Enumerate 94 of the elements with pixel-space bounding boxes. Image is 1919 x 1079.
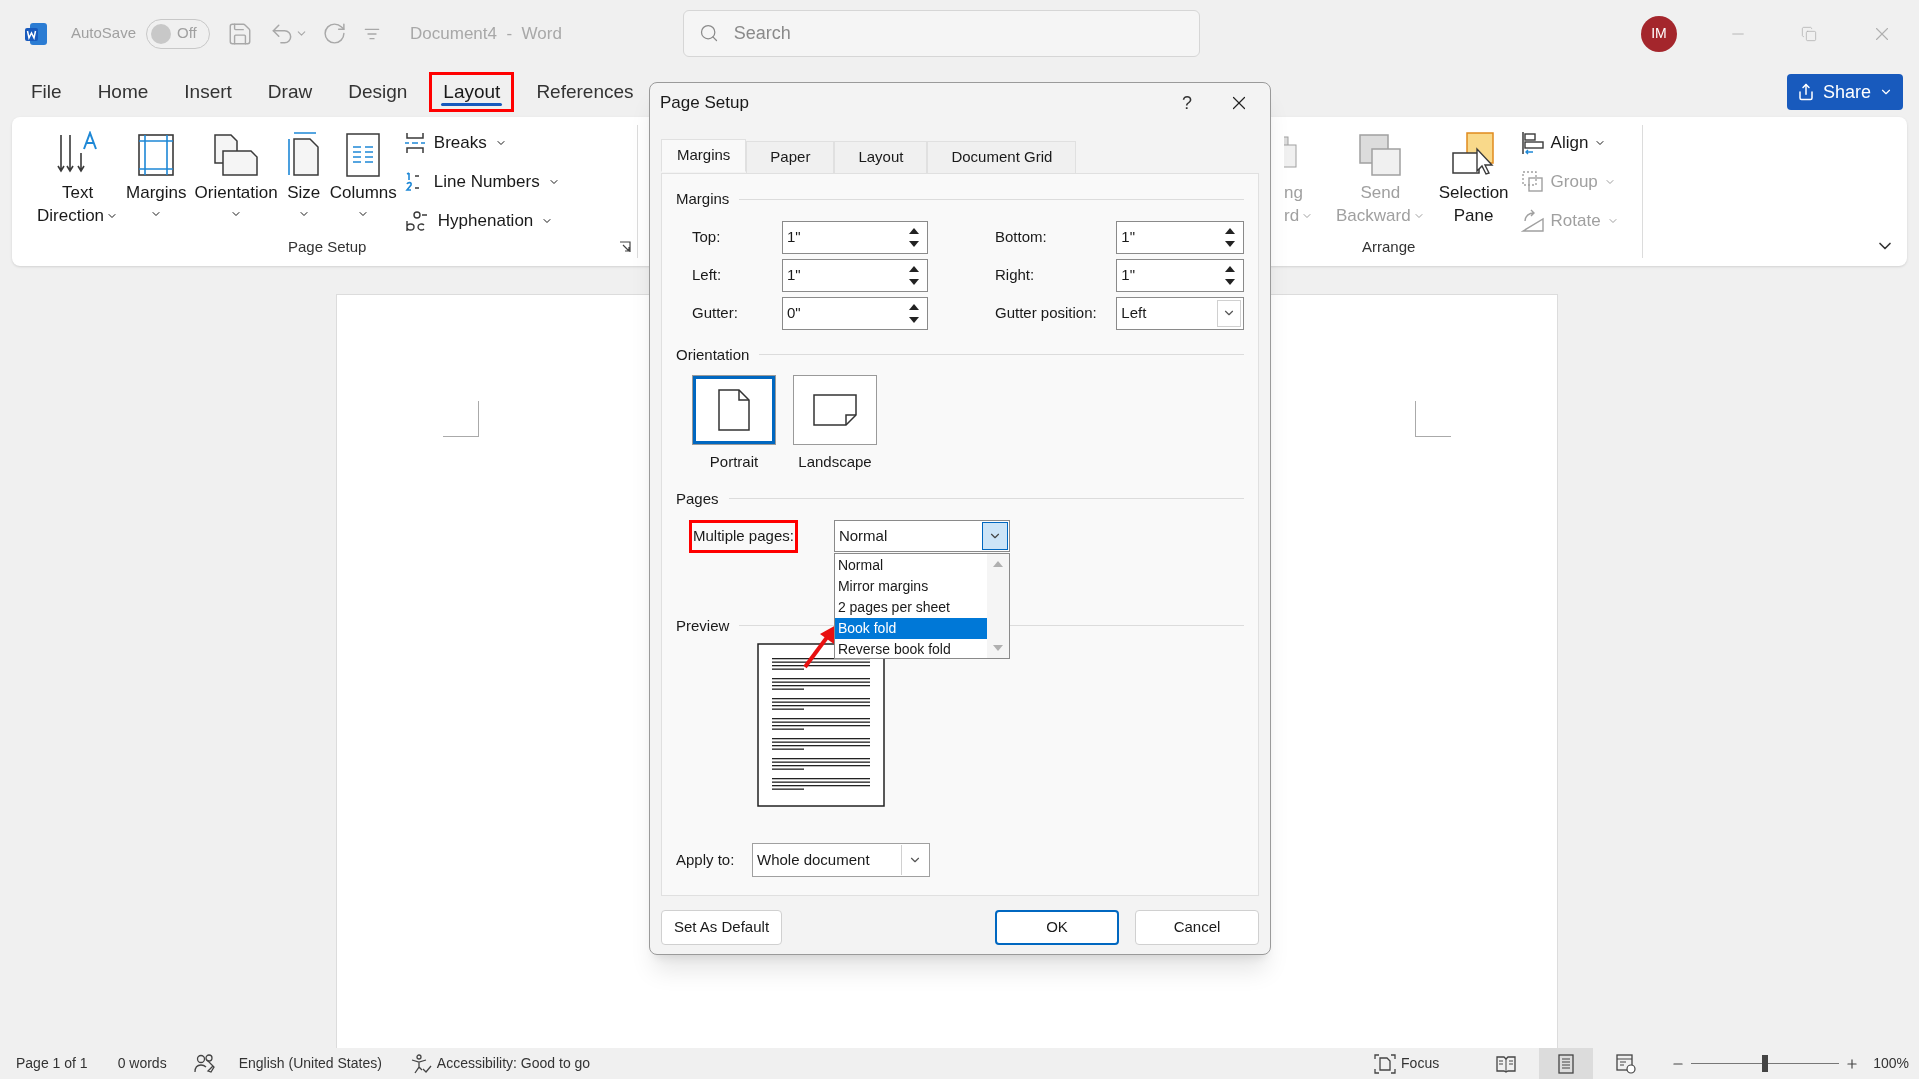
ribbon-button[interactable]: Columns <box>326 127 400 236</box>
section-heading: Pages <box>676 488 719 509</box>
align-icon <box>1520 130 1545 155</box>
field-label: Multiple pages: <box>689 520 798 553</box>
word-count[interactable]: 0 words <box>117 1053 167 1074</box>
ribbon-tab[interactable]: Home <box>83 72 163 112</box>
view-button[interactable] <box>1539 1048 1594 1079</box>
dropdown-option[interactable]: Normal <box>834 555 987 577</box>
page-size-icon <box>285 131 322 177</box>
dialog-button[interactable]: Cancel <box>1135 910 1259 945</box>
section-heading: Orientation <box>676 344 750 365</box>
zoom-slider[interactable] <box>1691 1053 1840 1074</box>
ribbon-tab[interactable]: Draw <box>253 72 327 112</box>
ribbon-tab[interactable]: Design <box>334 72 422 112</box>
search-icon <box>698 23 719 43</box>
ribbon-button[interactable]: Align <box>1520 127 1619 158</box>
field-label: Left: <box>692 264 723 285</box>
ribbon-button[interactable]: Text Direction <box>34 127 122 236</box>
dialog-tab[interactable]: Paper <box>746 141 835 174</box>
spin-field[interactable]: 0" <box>782 296 928 330</box>
rotate-icon <box>1520 208 1545 233</box>
section-heading: Preview <box>676 615 730 636</box>
document-title: Document4 - Word <box>410 22 562 45</box>
ribbon-tab[interactable]: Insert <box>170 72 246 112</box>
zoom-level[interactable]: 100% <box>1873 1053 1909 1074</box>
dropdown-option[interactable]: Book fold <box>834 618 987 640</box>
autosave-label: AutoSave <box>71 23 137 44</box>
hyphenation-icon <box>403 208 430 233</box>
field-label: Top: <box>692 226 722 247</box>
share-button[interactable]: Share <box>1786 74 1903 110</box>
focus-icon[interactable] <box>1374 1053 1397 1074</box>
slider-thumb[interactable] <box>1762 1055 1769 1072</box>
dialog-button[interactable]: OK <box>995 910 1119 945</box>
field-label: Right: <box>995 264 1036 285</box>
dropdown-field[interactable]: Whole document <box>752 843 930 877</box>
dropdown-option[interactable]: 2 pages per sheet <box>834 597 987 619</box>
ribbon-tab[interactable]: File <box>17 72 76 112</box>
send-backward-icon <box>1358 133 1403 177</box>
dropdown-field[interactable]: Left <box>1116 296 1244 330</box>
ribbon-button[interactable]: Breaks <box>403 127 560 158</box>
focus-mode[interactable]: Focus <box>1401 1053 1440 1074</box>
group-icon <box>1520 169 1545 194</box>
landscape-page-icon <box>813 394 857 426</box>
word-logo-icon[interactable] <box>24 21 48 46</box>
zoom-in-icon[interactable] <box>1845 1056 1860 1071</box>
columns-icon <box>346 133 381 177</box>
ribbon-button[interactable]: Size <box>282 127 325 236</box>
field-label: Bottom: <box>995 226 1048 247</box>
dialog-button[interactable]: Set As Default <box>661 910 783 945</box>
ribbon-button[interactable]: Margins <box>123 127 190 236</box>
section-heading: Margins <box>676 189 730 209</box>
field-label: Gutter: <box>692 302 739 323</box>
dialog-tab[interactable]: Margins <box>661 139 747 172</box>
group-label: Page Setup <box>288 237 367 257</box>
margin-mark <box>1415 401 1451 437</box>
dropdown-option[interactable]: Mirror margins <box>834 576 987 598</box>
page-count[interactable]: Page 1 of 1 <box>16 1053 88 1074</box>
share-icon <box>1796 83 1815 101</box>
dialog-tab[interactable]: Layout <box>834 141 928 174</box>
ribbon-button[interactable]: Selection Pane <box>1434 127 1513 236</box>
dropdown-field[interactable]: Normal <box>833 520 1010 553</box>
field-label: Gutter position: <box>995 302 1098 323</box>
accessibility-icon[interactable] <box>409 1053 432 1074</box>
group-label: Arrange <box>1362 237 1416 257</box>
partial-label: ng <box>1284 182 1303 204</box>
page-icon <box>1558 1053 1575 1074</box>
spin-field[interactable]: 1" <box>1116 258 1244 292</box>
dropdown-option[interactable]: Reverse book fold <box>834 639 987 661</box>
language-status[interactable]: English (United States) <box>238 1053 382 1074</box>
margin-mark <box>443 401 479 437</box>
ribbon-button[interactable]: Hyphenation <box>403 205 560 236</box>
user-avatar[interactable]: IM <box>1641 15 1677 52</box>
spin-field[interactable]: 1" <box>782 220 928 254</box>
partial-label: rd <box>1284 204 1314 227</box>
book-icon <box>1496 1054 1517 1073</box>
dialog-tab[interactable]: Document Grid <box>927 141 1077 174</box>
search-field[interactable]: Search <box>682 10 1200 57</box>
spin-field[interactable]: 1" <box>782 258 928 292</box>
web-page-icon <box>1616 1053 1637 1074</box>
ribbon-button[interactable]: Orientation <box>191 127 281 236</box>
dialog-launcher-icon[interactable] <box>619 241 631 254</box>
ribbon-button[interactable]: Line Numbers <box>403 166 560 197</box>
page-break-icon <box>403 131 426 154</box>
help-button[interactable]: ? <box>1172 88 1202 118</box>
pages-icon <box>213 133 260 177</box>
margins-icon <box>137 133 176 177</box>
dialog-title: Page Setup <box>660 92 749 115</box>
portrait-page-icon <box>718 389 750 431</box>
ribbon-tab[interactable]: References <box>522 72 648 112</box>
field-label: Apply to: <box>676 849 736 870</box>
ribbon-tab[interactable]: Layout <box>429 72 515 112</box>
selection-pane-icon <box>1450 131 1497 177</box>
accessibility-status[interactable]: Accessibility: Good to go <box>436 1053 591 1074</box>
spin-field[interactable]: 1" <box>1116 220 1244 254</box>
